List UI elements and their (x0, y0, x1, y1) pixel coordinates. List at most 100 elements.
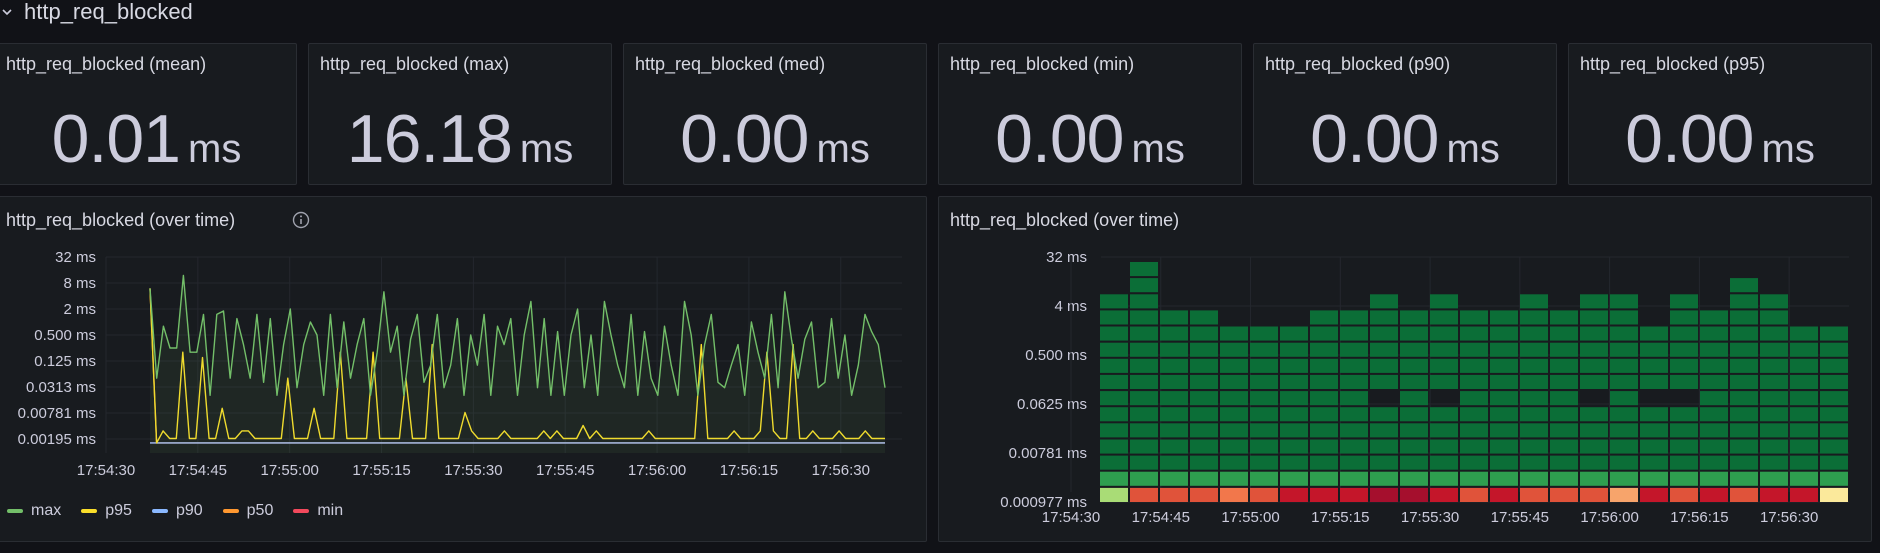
info-circle-icon[interactable] (292, 211, 310, 229)
heatmap-cell[interactable] (1280, 487, 1308, 502)
heatmap-cell[interactable] (1130, 439, 1158, 454)
heatmap-cell[interactable] (1730, 407, 1758, 422)
heatmap-cell[interactable] (1370, 310, 1398, 325)
heatmap-cell[interactable] (1520, 455, 1548, 470)
heatmap-cell[interactable] (1760, 294, 1788, 309)
heatmap-cell[interactable] (1130, 374, 1158, 389)
heatmap-cell[interactable] (1370, 423, 1398, 438)
heatmap-cell[interactable] (1670, 423, 1698, 438)
heatmap-cell[interactable] (1820, 391, 1848, 406)
heatmap-cell[interactable] (1610, 455, 1638, 470)
heatmap-cell[interactable] (1790, 455, 1818, 470)
heatmap-cell[interactable] (1640, 471, 1668, 486)
heatmap-cell[interactable] (1490, 471, 1518, 486)
heatmap-cell[interactable] (1490, 487, 1518, 502)
heatmap-cell[interactable] (1100, 358, 1128, 373)
heatmap-cell[interactable] (1550, 423, 1578, 438)
heatmap-cell[interactable] (1700, 342, 1728, 357)
heatmap-cell[interactable] (1760, 487, 1788, 502)
heatmap-cell[interactable] (1670, 326, 1698, 341)
heatmap-cell[interactable] (1550, 374, 1578, 389)
heatmap-cell[interactable] (1550, 326, 1578, 341)
heatmap-cell[interactable] (1280, 455, 1308, 470)
heatmap-cell[interactable] (1370, 455, 1398, 470)
heatmap-cell[interactable] (1250, 487, 1278, 502)
heatmap-cell[interactable] (1760, 374, 1788, 389)
heatmap-cell[interactable] (1820, 374, 1848, 389)
heatmap-cell[interactable] (1310, 407, 1338, 422)
heatmap-cell[interactable] (1640, 423, 1668, 438)
heatmap-cell[interactable] (1160, 326, 1188, 341)
heatmap-cell[interactable] (1130, 455, 1158, 470)
heatmap-cell[interactable] (1610, 342, 1638, 357)
heatmap-cell[interactable] (1220, 423, 1248, 438)
heatmap-cell[interactable] (1670, 487, 1698, 502)
heatmap-cell[interactable] (1130, 342, 1158, 357)
heatmap-cell[interactable] (1760, 310, 1788, 325)
heatmap-cell[interactable] (1760, 455, 1788, 470)
heatmap-cell[interactable] (1520, 342, 1548, 357)
heatmap-cell[interactable] (1100, 423, 1128, 438)
heatmap-cell[interactable] (1610, 439, 1638, 454)
heatmap-cell[interactable] (1490, 358, 1518, 373)
heatmap-cell[interactable] (1460, 407, 1488, 422)
heatmap-cell[interactable] (1700, 374, 1728, 389)
heatmap-cell[interactable] (1100, 294, 1128, 309)
heatmap-cell[interactable] (1250, 391, 1278, 406)
stat-panel-min[interactable]: http_req_blocked (min) 0.00 ms (938, 43, 1242, 185)
heatmap-cell[interactable] (1130, 358, 1158, 373)
heatmap-cell[interactable] (1790, 407, 1818, 422)
heatmap-cell[interactable] (1490, 455, 1518, 470)
heatmap-cell[interactable] (1340, 342, 1368, 357)
heatmap-cell[interactable] (1190, 310, 1218, 325)
stat-panel-mean[interactable]: http_req_blocked (mean) 0.01 ms (0, 43, 297, 185)
heatmap-cell[interactable] (1100, 326, 1128, 341)
heatmap-cell[interactable] (1190, 471, 1218, 486)
heatmap-cell[interactable] (1250, 374, 1278, 389)
heatmap-cell[interactable] (1130, 262, 1158, 277)
heatmap-cell[interactable] (1220, 391, 1248, 406)
heatmap-cell[interactable] (1250, 358, 1278, 373)
heatmap-cell[interactable] (1220, 455, 1248, 470)
heatmap-cell[interactable] (1760, 391, 1788, 406)
heatmap-cell[interactable] (1100, 391, 1128, 406)
heatmap-cell[interactable] (1490, 423, 1518, 438)
heatmap-cell[interactable] (1160, 342, 1188, 357)
legend-item-p95[interactable]: p95 (81, 502, 132, 520)
heatmap-cell[interactable] (1550, 439, 1578, 454)
heatmap-cell[interactable] (1400, 423, 1428, 438)
heatmap-cell[interactable] (1160, 423, 1188, 438)
heatmap-cell[interactable] (1340, 487, 1368, 502)
heatmap-cell[interactable] (1310, 342, 1338, 357)
heatmap-cell[interactable] (1190, 391, 1218, 406)
heatmap-cell[interactable] (1790, 342, 1818, 357)
heatmap-cell[interactable] (1640, 455, 1668, 470)
heatmap-cell[interactable] (1550, 487, 1578, 502)
legend-item-max[interactable]: max (7, 502, 61, 520)
heatmap-cell[interactable] (1730, 455, 1758, 470)
heatmap-cell[interactable] (1310, 423, 1338, 438)
heatmap-cell[interactable] (1700, 423, 1728, 438)
heatmap-cell[interactable] (1100, 407, 1128, 422)
heatmap-cell[interactable] (1550, 455, 1578, 470)
heatmap-cell[interactable] (1640, 487, 1668, 502)
heatmap-cell[interactable] (1340, 471, 1368, 486)
heatmap-cell[interactable] (1610, 374, 1638, 389)
heatmap-cell[interactable] (1490, 391, 1518, 406)
heatmap-cell[interactable] (1580, 423, 1608, 438)
heatmap-cell[interactable] (1280, 423, 1308, 438)
heatmap-cell[interactable] (1220, 471, 1248, 486)
heatmap-cell[interactable] (1670, 310, 1698, 325)
heatmap-cell[interactable] (1610, 358, 1638, 373)
heatmap-cell[interactable] (1520, 407, 1548, 422)
heatmap-cell[interactable] (1100, 374, 1128, 389)
heatmap-cell[interactable] (1220, 487, 1248, 502)
heatmap-cell[interactable] (1460, 391, 1488, 406)
heatmap-cell[interactable] (1670, 439, 1698, 454)
heatmap-cell[interactable] (1100, 487, 1128, 502)
heatmap-cell[interactable] (1520, 439, 1548, 454)
heatmap-cell[interactable] (1730, 471, 1758, 486)
heatmap-cell[interactable] (1700, 455, 1728, 470)
heatmap-cell[interactable] (1520, 326, 1548, 341)
heatmap-cell[interactable] (1190, 439, 1218, 454)
